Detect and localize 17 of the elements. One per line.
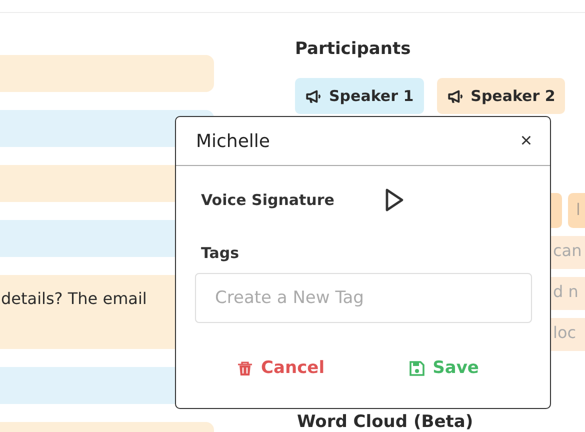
speaker-chip[interactable]: Speaker 2: [436, 78, 566, 114]
mention-text: loc: [553, 323, 576, 342]
tag-input-field[interactable]: Create a New Tag: [195, 273, 532, 323]
message-text: details? The email: [1, 289, 147, 308]
speaker-chip[interactable]: Speaker 1: [295, 78, 424, 114]
section-title: Word Cloud (Beta): [297, 412, 474, 432]
section-title: Participants: [295, 39, 412, 61]
dialog-title: Michelle: [196, 130, 270, 152]
megaphone-icon: [305, 88, 322, 104]
mention-text: d n: [553, 282, 578, 301]
field-label: Voice Signature: [200, 191, 334, 209]
close-button[interactable]: ×: [516, 131, 536, 151]
cancel-button[interactable]: Cancel: [233, 356, 329, 380]
megaphone-icon: [446, 88, 464, 104]
mention-text: can: [553, 241, 582, 260]
field-label: Tags: [200, 244, 240, 262]
trash-icon: [237, 360, 254, 376]
